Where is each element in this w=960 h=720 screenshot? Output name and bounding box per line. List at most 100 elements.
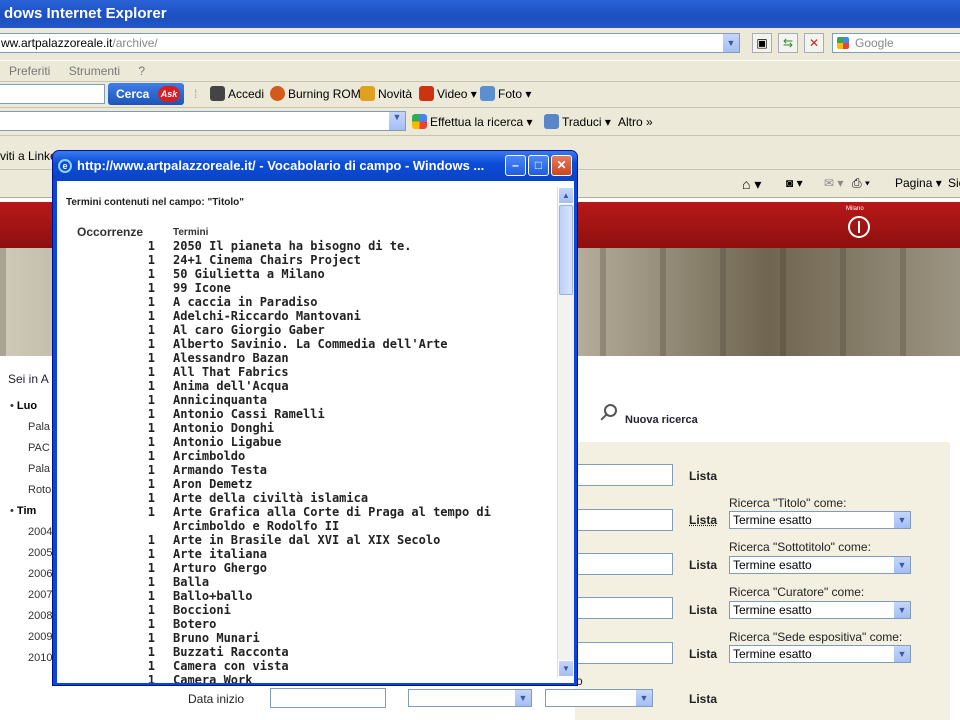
- sicurezza-menu[interactable]: Sic: [948, 176, 960, 190]
- address-dropdown-icon[interactable]: ▼: [722, 34, 739, 52]
- nav-item[interactable]: 2006: [10, 564, 52, 585]
- term-link[interactable]: 2050 Il pianeta ha bisogno di te.: [173, 239, 543, 253]
- term-link[interactable]: Botero: [173, 617, 543, 631]
- compat-icon[interactable]: ▣: [752, 33, 772, 53]
- term-link[interactable]: Antonio Cassi Ramelli: [173, 407, 543, 421]
- term-link[interactable]: Camera Work: [173, 673, 543, 683]
- close-button[interactable]: ✕: [551, 155, 572, 176]
- scroll-thumb[interactable]: [559, 205, 573, 295]
- term-link[interactable]: Balla: [173, 575, 543, 589]
- titolo-mode-select[interactable]: Termine esatto ▼: [729, 511, 911, 529]
- combo-dropdown-icon[interactable]: ▼: [388, 112, 405, 130]
- data-inizio-year-select[interactable]: ▼: [545, 689, 653, 707]
- curatore-mode-select[interactable]: Termine esatto ▼: [729, 601, 911, 619]
- term-link[interactable]: Alberto Savinio. La Commedia dell'Arte: [173, 337, 543, 351]
- lista-link-sede[interactable]: Lista: [689, 647, 717, 661]
- curatore-input[interactable]: [575, 597, 673, 619]
- vertical-scrollbar[interactable]: ▲ ▼: [557, 187, 574, 677]
- term-link[interactable]: Adelchi-Riccardo Mantovani: [173, 309, 543, 323]
- burning-rom-button[interactable]: Burning ROM: [270, 86, 361, 102]
- term-link[interactable]: Buzzati Racconta: [173, 645, 543, 659]
- term-link[interactable]: Camera con vista: [173, 659, 543, 673]
- term-link[interactable]: Arte Grafica alla Corte di Praga al temp…: [173, 505, 543, 533]
- chevron-down-icon[interactable]: ▼: [514, 690, 531, 706]
- lista-link-titolo[interactable]: Lista: [689, 513, 717, 527]
- menu-preferiti[interactable]: Preferiti: [9, 64, 50, 78]
- term-link[interactable]: 24+1 Cinema Chairs Project: [173, 253, 543, 267]
- lista-link-sottotitolo[interactable]: Lista: [689, 558, 717, 572]
- ask-search-button[interactable]: Cerca Ask: [108, 83, 184, 105]
- toolbar-search-combo[interactable]: ▼: [0, 111, 406, 131]
- popup-title-bar[interactable]: e http://www.artpalazzoreale.it/ - Vocab…: [53, 151, 577, 181]
- menu-help[interactable]: ?: [138, 64, 145, 78]
- term-link[interactable]: Antonio Donghi: [173, 421, 543, 435]
- effettua-ricerca-button[interactable]: Effettua la ricerca ▾: [412, 114, 533, 130]
- nav-item[interactable]: Pala: [10, 417, 52, 438]
- scroll-up-icon[interactable]: ▲: [558, 187, 574, 204]
- data-inizio-input[interactable]: [270, 688, 386, 708]
- term-link[interactable]: Annicinquanta: [173, 393, 543, 407]
- nav-item[interactable]: 2007: [10, 585, 52, 606]
- chevron-down-icon[interactable]: ▼: [893, 602, 910, 618]
- altro-button[interactable]: Altro »: [618, 114, 653, 130]
- sottotitolo-input[interactable]: [575, 553, 673, 575]
- ask-search-input[interactable]: [0, 84, 105, 104]
- address-input[interactable]: ww.artpalazzoreale.it/archive/ ▼: [0, 33, 740, 53]
- chevron-down-icon[interactable]: ▼: [893, 646, 910, 662]
- term-link[interactable]: Ballo+ballo: [173, 589, 543, 603]
- scroll-down-icon[interactable]: ▼: [558, 660, 574, 677]
- nav-item[interactable]: 2005: [10, 543, 52, 564]
- new-search-link[interactable]: Nuova ricerca: [604, 404, 698, 426]
- refresh-icon[interactable]: ⇆: [778, 33, 798, 53]
- nav-item[interactable]: Pala: [10, 459, 52, 480]
- term-link[interactable]: Anima dell'Acqua: [173, 379, 543, 393]
- nav-item[interactable]: PAC: [10, 438, 52, 459]
- term-link[interactable]: Boccioni: [173, 603, 543, 617]
- sottotitolo-mode-select[interactable]: Termine esatto ▼: [729, 556, 911, 574]
- field-input-1[interactable]: [575, 464, 673, 486]
- feeds-icon[interactable]: ◙ ▾: [786, 176, 803, 190]
- term-link[interactable]: Alessandro Bazan: [173, 351, 543, 365]
- nav-item[interactable]: Roto: [10, 480, 52, 501]
- mail-icon[interactable]: ✉ ▾: [824, 176, 843, 190]
- lista-link[interactable]: Lista: [689, 469, 717, 483]
- novita-button[interactable]: Novità: [360, 86, 412, 102]
- chevron-down-icon[interactable]: ▼: [635, 690, 652, 706]
- video-button[interactable]: Video ▾: [419, 86, 477, 102]
- print-icon[interactable]: ⎙ ▾: [852, 176, 870, 191]
- stop-icon[interactable]: ✕: [804, 33, 824, 53]
- term-link[interactable]: Arte italiana: [173, 547, 543, 561]
- menu-strumenti[interactable]: Strumenti: [69, 64, 120, 78]
- term-link[interactable]: Arcimboldo: [173, 449, 543, 463]
- nav-item[interactable]: 2009: [10, 627, 52, 648]
- sede-input[interactable]: [575, 642, 673, 664]
- maximize-button[interactable]: □: [528, 155, 549, 176]
- term-link[interactable]: Armando Testa: [173, 463, 543, 477]
- term-link[interactable]: Arte della civiltà islamica: [173, 491, 543, 505]
- lista-link-data[interactable]: Lista: [689, 692, 717, 706]
- term-link[interactable]: Bruno Munari: [173, 631, 543, 645]
- pagina-menu[interactable]: Pagina ▾: [895, 176, 942, 190]
- chevron-down-icon[interactable]: ▼: [893, 512, 910, 528]
- chevron-down-icon[interactable]: ▼: [893, 557, 910, 573]
- traduci-button[interactable]: Traduci ▾: [544, 114, 611, 130]
- term-link[interactable]: Arte in Brasile dal XVI al XIX Secolo: [173, 533, 543, 547]
- term-link[interactable]: A caccia in Paradiso: [173, 295, 543, 309]
- term-link[interactable]: 50 Giulietta a Milano: [173, 267, 543, 281]
- term-link[interactable]: 99 Icone: [173, 281, 543, 295]
- foto-button[interactable]: Foto ▾: [480, 86, 531, 102]
- term-link[interactable]: Aron Demetz: [173, 477, 543, 491]
- lista-link-curatore[interactable]: Lista: [689, 603, 717, 617]
- term-link[interactable]: All That Fabrics: [173, 365, 543, 379]
- accedi-button[interactable]: Accedi: [210, 86, 264, 102]
- term-link[interactable]: Antonio Ligabue: [173, 435, 543, 449]
- google-search-input[interactable]: Google: [832, 33, 960, 53]
- sede-mode-select[interactable]: Termine esatto ▼: [729, 645, 911, 663]
- term-link[interactable]: Al caro Giorgio Gaber: [173, 323, 543, 337]
- nav-item[interactable]: 2010: [10, 648, 52, 669]
- favorites-item[interactable]: viti a Linke: [0, 148, 57, 164]
- data-inizio-month-select[interactable]: ▼: [408, 689, 532, 707]
- titolo-input[interactable]: [575, 509, 673, 531]
- minimize-button[interactable]: –: [505, 155, 526, 176]
- nav-item[interactable]: 2004: [10, 522, 52, 543]
